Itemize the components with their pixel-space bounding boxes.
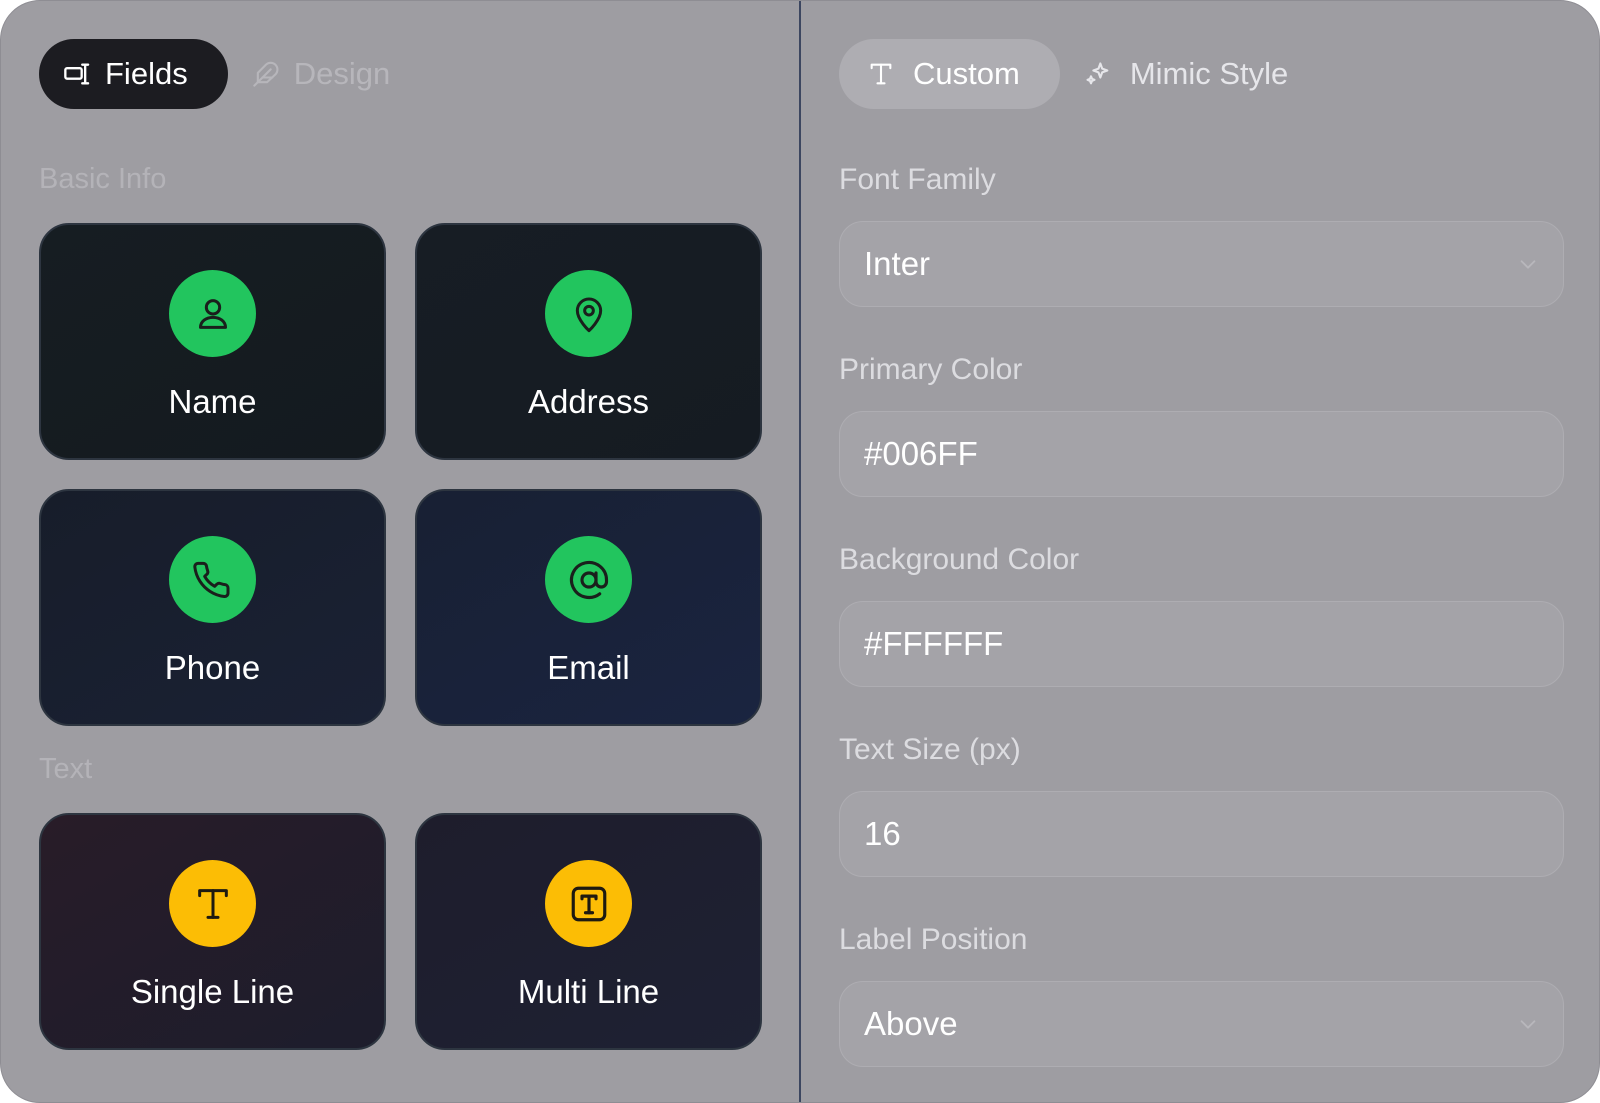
sparkles-icon bbox=[1084, 60, 1112, 88]
field-card-phone[interactable]: Phone bbox=[39, 489, 386, 726]
map-pin-icon bbox=[545, 270, 632, 357]
form-builder-window: Fields Design Basic Info Name Address Ph… bbox=[0, 0, 1600, 1103]
text-box-icon bbox=[545, 860, 632, 947]
section-title-text: Text bbox=[39, 753, 93, 785]
panel-divider bbox=[799, 1, 801, 1102]
tab-custom[interactable]: Custom bbox=[839, 39, 1060, 109]
field-card-name[interactable]: Name bbox=[39, 223, 386, 460]
background-color-label: Background Color bbox=[839, 543, 1080, 576]
font-family-value: Inter bbox=[864, 245, 931, 282]
tab-mimic-style[interactable]: Mimic Style bbox=[1074, 39, 1298, 109]
field-card-label: Address bbox=[527, 383, 650, 420]
field-card-email[interactable]: Email bbox=[415, 489, 762, 726]
text-fields-grid: Single Line Multi Line bbox=[39, 813, 762, 1050]
background-color-input[interactable]: #FFFFFF bbox=[839, 601, 1564, 687]
primary-color-value: #006FF bbox=[864, 435, 978, 472]
field-card-single-line[interactable]: Single Line bbox=[39, 813, 386, 1050]
text-size-label: Text Size (px) bbox=[839, 733, 1021, 766]
field-card-label: Email bbox=[547, 649, 630, 686]
fields-icon bbox=[63, 60, 91, 88]
field-card-multi-line[interactable]: Multi Line bbox=[415, 813, 762, 1050]
right-tab-bar: Custom Mimic Style bbox=[839, 39, 1298, 109]
text-size-input[interactable]: 16 bbox=[839, 791, 1564, 877]
field-card-label: Single Line bbox=[130, 973, 295, 1010]
field-card-label: Name bbox=[168, 383, 257, 420]
field-card-label: Multi Line bbox=[517, 973, 660, 1010]
phone-icon bbox=[169, 536, 256, 623]
at-sign-icon bbox=[545, 536, 632, 623]
type-icon bbox=[867, 60, 895, 88]
tab-fields[interactable]: Fields bbox=[39, 39, 228, 109]
user-icon bbox=[169, 270, 256, 357]
chevron-down-icon bbox=[1517, 253, 1539, 275]
tab-design-label: Design bbox=[293, 56, 391, 91]
basic-info-grid: Name Address Phone Email bbox=[39, 223, 762, 726]
primary-color-label: Primary Color bbox=[839, 353, 1023, 386]
label-position-label: Label Position bbox=[839, 923, 1028, 956]
field-card-label: Phone bbox=[164, 649, 261, 686]
label-position-value: Above bbox=[864, 1005, 958, 1042]
field-card-address[interactable]: Address bbox=[415, 223, 762, 460]
tab-mimic-style-label: Mimic Style bbox=[1129, 56, 1289, 91]
left-tab-bar: Fields Design bbox=[39, 39, 410, 109]
font-family-select[interactable]: Inter bbox=[839, 221, 1564, 307]
tab-custom-label: Custom bbox=[913, 56, 1020, 91]
type-icon bbox=[169, 860, 256, 947]
tab-design[interactable]: Design bbox=[228, 39, 411, 109]
tab-fields-label: Fields bbox=[105, 56, 188, 91]
chevron-down-icon bbox=[1517, 1013, 1539, 1035]
text-size-value: 16 bbox=[864, 815, 901, 852]
label-position-select[interactable]: Above bbox=[839, 981, 1564, 1067]
font-family-label: Font Family bbox=[839, 163, 996, 196]
primary-color-input[interactable]: #006FF bbox=[839, 411, 1564, 497]
section-title-basic-info: Basic Info bbox=[39, 163, 167, 195]
background-color-value: #FFFFFF bbox=[864, 625, 1004, 662]
feather-icon bbox=[252, 60, 280, 88]
